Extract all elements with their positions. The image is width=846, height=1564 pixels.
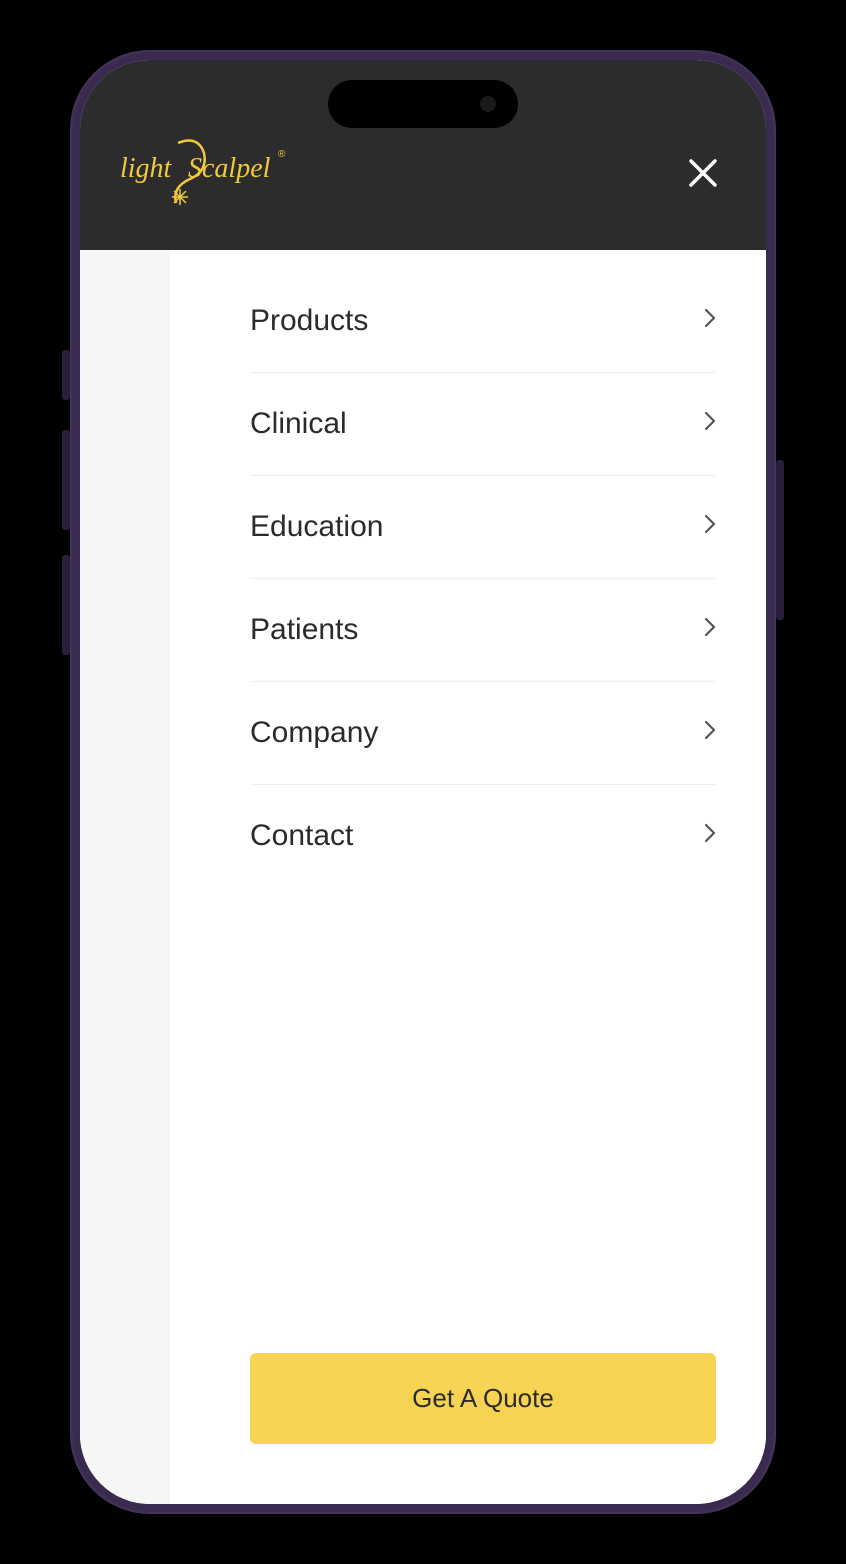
close-icon [688,158,718,188]
content-wrapper: Products Clinical Education [80,250,766,1504]
nav-item-label: Products [250,304,368,338]
nav-item-patients[interactable]: Patients [250,579,716,682]
phone-screen: light Scalpel ® [80,60,766,1504]
nav-item-education[interactable]: Education [250,476,716,579]
phone-volume-down [62,555,70,655]
nav-item-products[interactable]: Products [250,270,716,373]
chevron-right-icon [704,617,716,643]
logo-trademark: ® [278,149,286,160]
logo-spark-icon [172,189,188,205]
phone-volume-up [62,430,70,530]
main-panel: Products Clinical Education [170,250,766,1504]
nav-item-label: Education [250,510,383,544]
lightscalpel-logo-icon: light Scalpel ® [120,135,290,215]
chevron-right-icon [704,823,716,849]
primary-nav: Products Clinical Education [250,270,716,1353]
chevron-right-icon [704,411,716,437]
phone-frame: light Scalpel ® [70,50,776,1514]
chevron-right-icon [704,308,716,334]
close-menu-button[interactable] [680,147,726,203]
brand-logo[interactable]: light Scalpel ® [120,135,290,215]
phone-power-button [776,460,784,620]
phone-side-button [62,350,70,400]
chevron-right-icon [704,514,716,540]
nav-item-clinical[interactable]: Clinical [250,373,716,476]
nav-item-contact[interactable]: Contact [250,785,716,887]
nav-item-company[interactable]: Company [250,682,716,785]
nav-item-label: Company [250,716,378,750]
logo-text-scalpel: Scalpel [188,153,271,184]
nav-item-label: Contact [250,819,353,853]
nav-item-label: Clinical [250,407,347,441]
phone-notch [328,80,518,128]
chevron-right-icon [704,720,716,746]
left-gutter [80,250,170,1504]
nav-item-label: Patients [250,613,358,647]
logo-text-light: light [120,153,173,184]
get-quote-button[interactable]: Get A Quote [250,1353,716,1444]
